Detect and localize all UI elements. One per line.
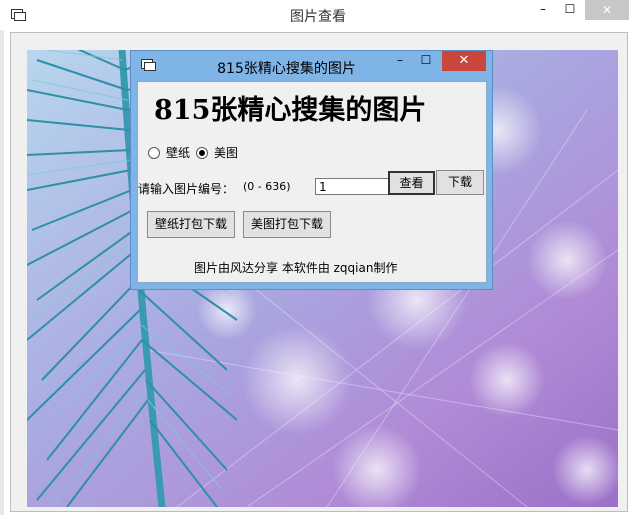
wallpaper-pack-download-button[interactable]: 壁纸打包下载	[147, 211, 235, 238]
radio-meitu-label: 美图	[214, 146, 239, 160]
dialog-titlebar: 815张精心搜集的图片 – ☐ ✕	[131, 51, 492, 79]
radio-unchecked-icon[interactable]	[148, 146, 160, 159]
minimize-icon[interactable]: –	[393, 51, 407, 67]
main-titlebar: 图片查看 – ☐ ✕	[0, 0, 636, 30]
range-label: (0 - 636)	[243, 180, 291, 193]
image-number-prompt: 请输入图片编号：	[138, 182, 235, 196]
maximize-icon[interactable]: ☐	[557, 0, 583, 20]
image-number-input[interactable]: 1	[315, 178, 389, 195]
view-button[interactable]: 查看	[388, 171, 435, 195]
download-button[interactable]: 下载	[436, 170, 484, 195]
radio-meitu[interactable]: 美图	[196, 144, 238, 161]
close-icon[interactable]: ✕	[585, 0, 629, 20]
footer-credit: 图片由风达分享 本软件由 zqqian制作	[194, 261, 398, 275]
dialog-body: 815张精心搜集的图片 壁纸 美图 请输入图片编号： (0 - 636) 1 查…	[137, 81, 487, 283]
left-window-edge	[0, 30, 4, 515]
radio-checked-icon[interactable]	[196, 146, 208, 159]
minimize-icon[interactable]: –	[530, 0, 556, 20]
close-icon[interactable]: ✕	[442, 51, 486, 71]
radio-wallpaper-label: 壁纸	[166, 146, 191, 160]
main-window: 图片查看 – ☐ ✕ 815张精心搜集的图片 – ☐ ✕ 815张精心搜集的图片…	[0, 0, 636, 515]
meitu-pack-download-button[interactable]: 美图打包下载	[243, 211, 331, 238]
radio-wallpaper[interactable]: 壁纸	[148, 144, 190, 161]
maximize-icon[interactable]: ☐	[419, 51, 433, 67]
dialog-heading: 815张精心搜集的图片	[154, 95, 427, 126]
dialog-window: 815张精心搜集的图片 – ☐ ✕ 815张精心搜集的图片 壁纸 美图 请输入图…	[130, 50, 493, 290]
